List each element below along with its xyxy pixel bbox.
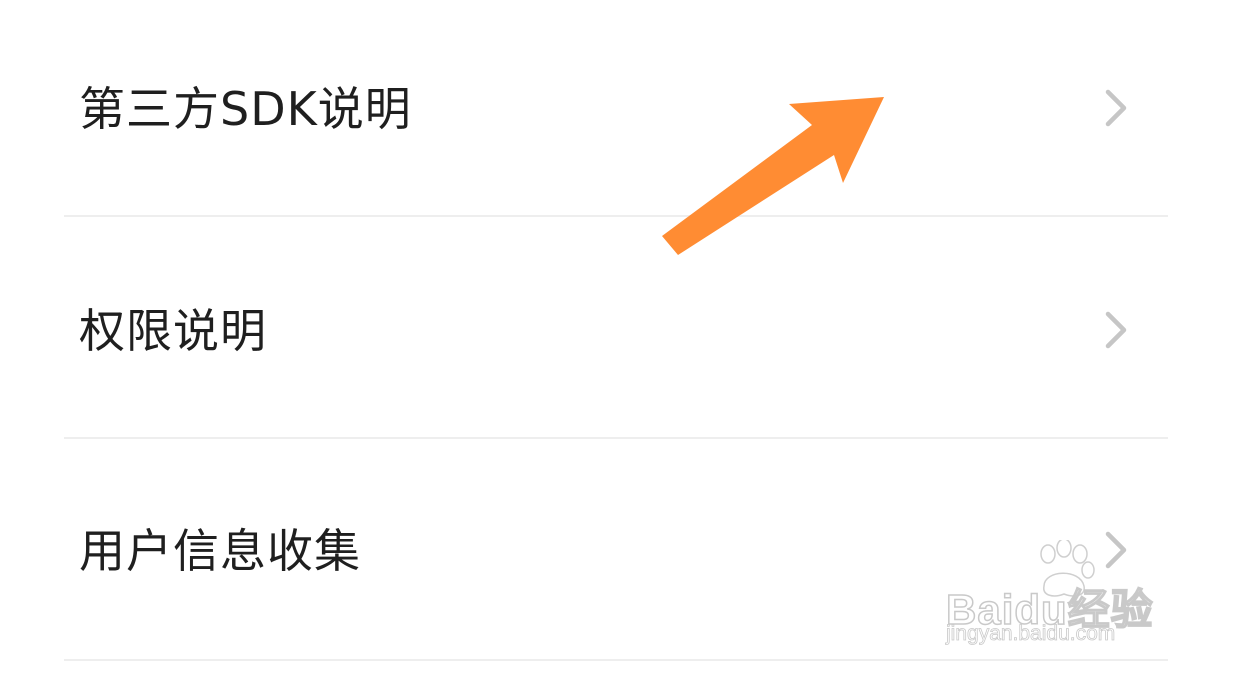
menu-item-third-party-sdk[interactable]: 第三方SDK说明 [0,0,1233,216]
settings-page: 第三方SDK说明 权限说明 用户信息收集 Baidu经验 jingyan.bai… [0,0,1233,676]
menu-item-label: 用户信息收集 [79,524,361,578]
chevron-right-icon [1105,311,1127,349]
chevron-right-icon [1105,531,1127,569]
divider [64,437,1168,439]
chevron-right-icon [1105,89,1127,127]
menu-item-label: 第三方SDK说明 [79,82,412,136]
menu-item-label: 权限说明 [79,304,267,358]
menu-item-permissions[interactable]: 权限说明 [0,218,1233,438]
divider [64,659,1168,661]
divider [64,215,1168,217]
menu-item-user-info-collection[interactable]: 用户信息收集 [0,440,1233,660]
